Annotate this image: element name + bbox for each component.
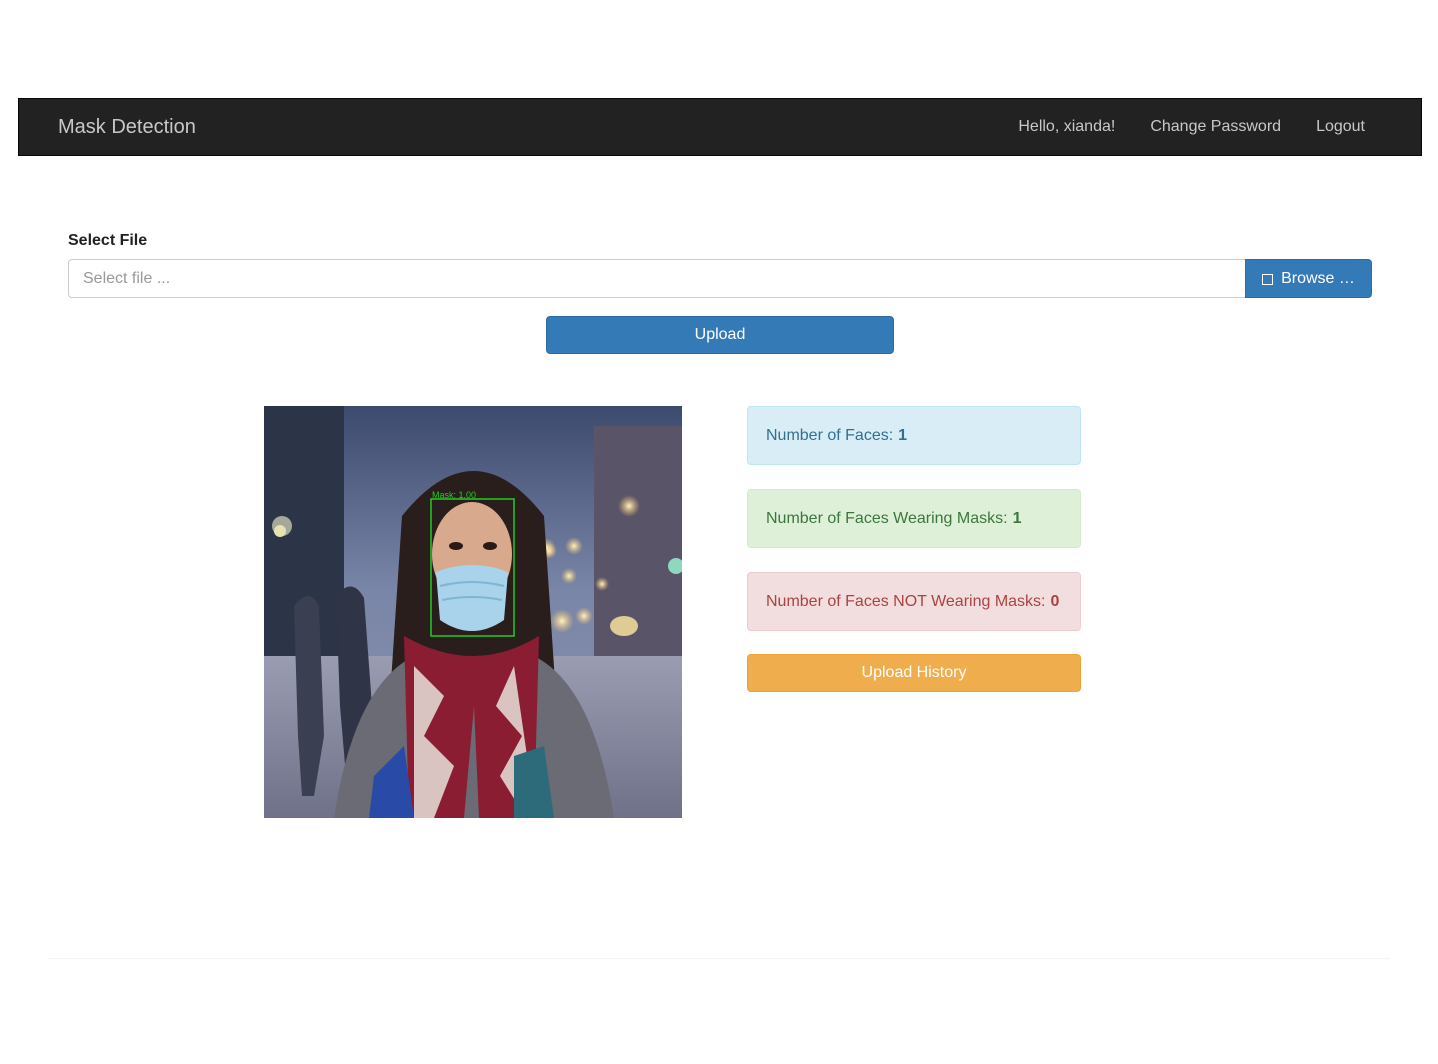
unmasked-count-alert: Number of Faces NOT Wearing Masks: 0 [747,572,1081,631]
faces-count-label: Number of Faces: [766,426,894,444]
stats-panel: Number of Faces: 1 Number of Faces Weari… [747,406,1081,692]
result-image: Mask: 1.00 [264,406,682,818]
nav-links: Hello, xianda! Change Password Logout [1018,99,1365,155]
upload-button[interactable]: Upload [546,316,894,354]
user-greeting-link[interactable]: Hello, xianda! [1018,118,1115,136]
browse-button-label: Browse … [1281,269,1355,287]
file-input-group: Browse … [68,259,1372,298]
detection-label: Mask: 1.00 [432,490,476,500]
upload-history-button[interactable]: Upload History [747,654,1081,692]
change-password-link[interactable]: Change Password [1150,118,1281,136]
faces-count-value: 1 [898,426,908,444]
faces-count-alert: Number of Faces: 1 [747,406,1081,465]
folder-open-icon [1262,273,1274,285]
unmasked-count-value: 0 [1050,592,1060,610]
logout-link[interactable]: Logout [1316,118,1365,136]
masked-count-alert: Number of Faces Wearing Masks: 1 [747,489,1081,548]
masked-count-value: 1 [1012,509,1022,527]
masked-count-label: Number of Faces Wearing Masks: [766,509,1008,527]
browse-button[interactable]: Browse … [1245,259,1372,298]
top-navbar: Mask Detection Hello, xianda! Change Pas… [18,98,1422,156]
footer-divider [48,958,1390,959]
unmasked-count-label: Number of Faces NOT Wearing Masks: [766,592,1046,610]
select-file-label: Select File [68,232,148,249]
brand-link[interactable]: Mask Detection [58,99,196,155]
file-path-input[interactable] [68,259,1245,298]
